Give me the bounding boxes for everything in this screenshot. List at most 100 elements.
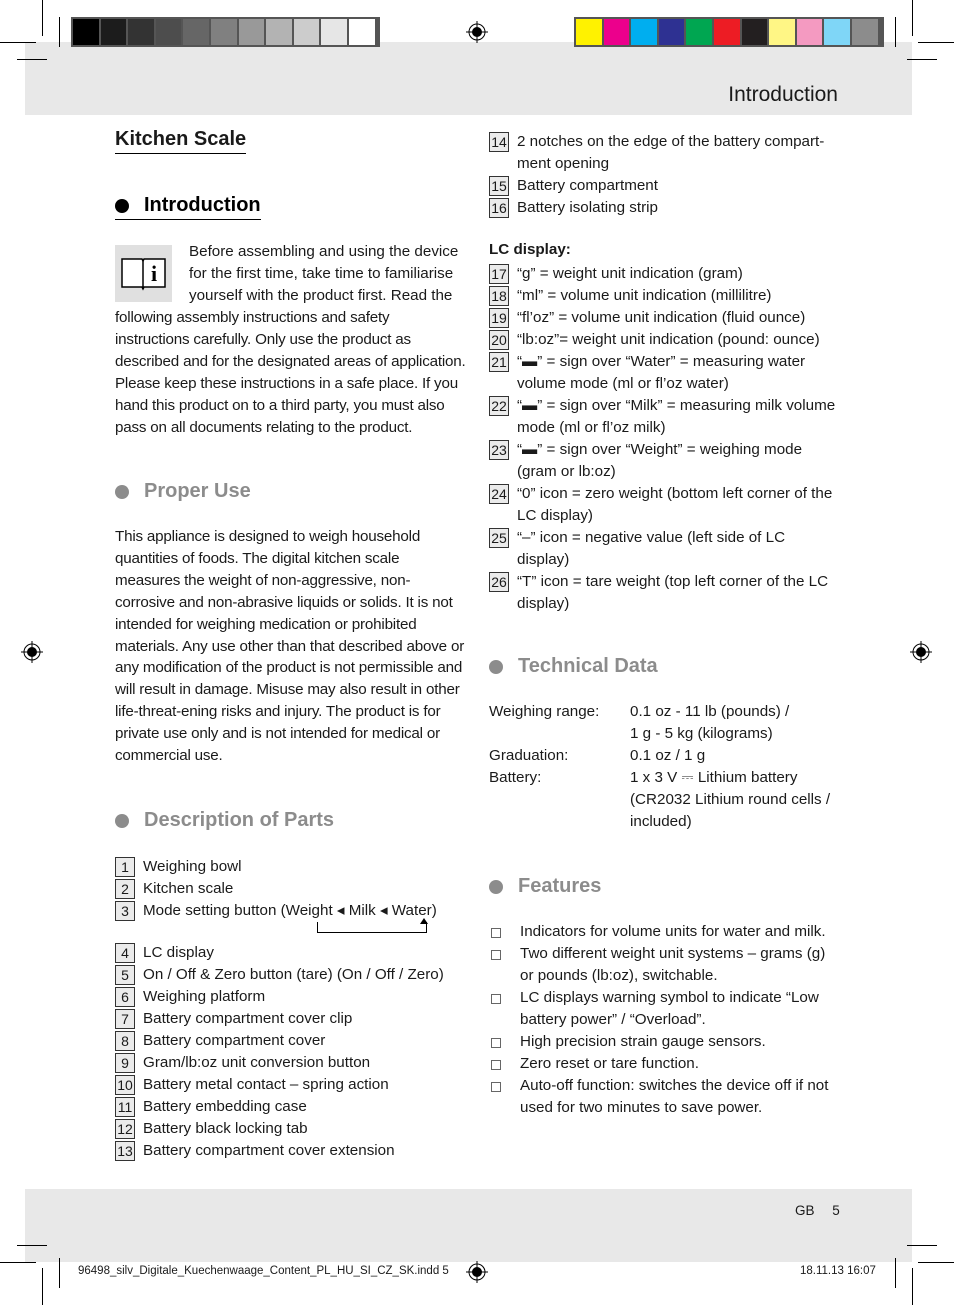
gray-swatch	[73, 19, 99, 45]
tech-value: 1 x 3 V ⎓ Lithium battery	[630, 769, 798, 786]
part-number-badge: 22	[489, 396, 509, 416]
part-number-badge: 2	[115, 879, 135, 899]
part-number-badge: 24	[489, 484, 509, 504]
proper-use-text: This appliance is designed to weigh hous…	[115, 528, 465, 765]
gray-swatch	[348, 19, 375, 45]
color-swatch	[603, 19, 630, 45]
tech-key: Battery:	[489, 769, 542, 786]
arrow-head-icon	[420, 918, 428, 924]
color-swatch	[851, 19, 878, 45]
list-item: 5 On / Off & Zero button (tare) (On / Off…	[115, 964, 475, 986]
color-swatch	[658, 19, 685, 45]
parts-list: 1 Weighing bowl 2 Kitchen scale 3 Mode settin…	[115, 856, 475, 922]
feature-text: Indicators for volume units for water an…	[520, 923, 826, 940]
part-label: Battery isolating strip	[517, 199, 658, 216]
list-item: 22 “▬” = sign over “Milk” = measuring mil…	[489, 395, 841, 439]
gray-swatch	[266, 19, 292, 45]
part-label: Mode setting button (Weight ◂ Milk ◂ Wat…	[143, 902, 437, 919]
list-item: 8 Battery compartment cover	[115, 1030, 475, 1052]
color-swatch	[741, 19, 768, 45]
crop-mark	[912, 1268, 913, 1305]
crop-mark	[59, 17, 60, 47]
section-heading-text: Proper Use	[144, 480, 251, 502]
color-swatch	[713, 19, 740, 45]
list-item: 19 “fl’oz” = volume unit indication (flui…	[489, 307, 841, 329]
part-label: “ml” = volume unit indication (millilitr…	[517, 287, 772, 304]
part-label: “0” icon = zero weight (bottom left corn…	[517, 485, 833, 524]
color-swatch	[796, 19, 823, 45]
tech-value: 0.1 oz / 1 g	[630, 747, 706, 764]
section-heading-text: Technical Data	[518, 655, 658, 677]
part-number-badge: 17	[489, 264, 509, 284]
part-number-badge: 8	[115, 1031, 135, 1051]
tech-row-weighing-range: Weighing range: 0.1 oz - 11 lb (pounds) /	[489, 701, 849, 723]
crop-mark	[907, 1245, 937, 1246]
section-heading-introduction: Introduction	[115, 194, 261, 220]
part-number-badge: 7	[115, 1009, 135, 1029]
part-number-badge: 25	[489, 528, 509, 548]
gray-swatch	[155, 19, 182, 45]
color-swatch	[631, 19, 657, 45]
list-item: 6 Weighing platform	[115, 986, 475, 1008]
crop-mark	[895, 17, 896, 47]
crop-mark	[918, 42, 954, 43]
list-item: 1 Weighing bowl	[115, 856, 475, 878]
list-item: 9 Gram/lb:oz unit conversion button	[115, 1052, 475, 1074]
feature-item: Zero reset or tare function.	[489, 1053, 841, 1075]
tech-value: 0.1 oz - 11 lb (pounds) /	[630, 703, 790, 720]
part-label: Battery compartment cover clip	[143, 1010, 353, 1027]
list-item: 14 2 notches on the edge of the battery c…	[489, 131, 841, 175]
page-number-value: 5	[832, 1203, 840, 1218]
color-swatch	[576, 19, 602, 45]
crop-mark	[895, 1258, 896, 1288]
section-heading-technical-data: Technical Data	[489, 655, 658, 678]
gray-swatch	[293, 19, 320, 45]
gray-swatch	[100, 19, 127, 45]
svg-text:i: i	[151, 261, 157, 286]
color-swatch	[824, 19, 850, 45]
part-label: Battery compartment cover	[143, 1032, 326, 1049]
tech-value: 1 g - 5 kg (kilograms)	[630, 725, 773, 742]
tech-row-cont: included)	[489, 811, 849, 833]
tech-key: Weighing range:	[489, 703, 600, 720]
part-label: Battery embedding case	[143, 1098, 307, 1115]
square-bullet-icon	[491, 950, 501, 960]
page-header-title: Introduction	[728, 83, 838, 106]
section-heading-proper-use: Proper Use	[115, 480, 251, 503]
bullet-icon	[115, 198, 129, 213]
part-label: “fl’oz” = volume unit indication (fluid …	[517, 309, 806, 326]
tech-value: included)	[630, 813, 692, 830]
part-number-badge: 14	[489, 132, 509, 152]
part-label: “g” = weight unit indication (gram)	[517, 265, 743, 282]
part-number-badge: 10	[115, 1075, 135, 1095]
section-heading-description-of-parts: Description of Parts	[115, 809, 334, 832]
part-label: 2 notches on the edge of the battery com…	[517, 133, 825, 172]
lc-display-label: LC display:	[489, 241, 571, 258]
list-item: 25 “–” icon = negative value (left side o…	[489, 527, 841, 571]
page-number: GB 5	[795, 1203, 840, 1218]
square-bullet-icon	[491, 1060, 501, 1070]
square-bullet-icon	[491, 928, 501, 938]
part-number-badge: 1	[115, 857, 135, 877]
list-item: 13 Battery compartment cover extension	[115, 1140, 475, 1162]
square-bullet-icon	[491, 1082, 501, 1092]
list-item: 7 Battery compartment cover clip	[115, 1008, 475, 1030]
grayscale-color-bar	[71, 17, 380, 47]
part-label: Battery metal contact – spring action	[143, 1076, 389, 1093]
tech-key: Graduation:	[489, 747, 569, 764]
feature-text: Two different weight unit systems – gram…	[520, 945, 826, 984]
registration-mark-icon	[21, 641, 43, 663]
crop-mark	[59, 1258, 60, 1288]
part-number-badge: 13	[115, 1141, 135, 1161]
list-item: 23 “▬” = sign over “Weight” = weighing mo…	[489, 439, 841, 483]
crop-mark	[0, 1262, 36, 1263]
part-label: On / Off & Zero button (tare) (On / Off …	[143, 966, 444, 983]
feature-text: Auto-off function: switches the device o…	[520, 1077, 829, 1116]
mode-cycle-arrow	[317, 922, 427, 933]
list-item: 12 Battery black locking tab	[115, 1118, 475, 1140]
list-item: 20 “lb:oz”= weight unit indication (pound…	[489, 329, 841, 351]
registration-mark-icon	[466, 21, 488, 43]
part-label: “▬” = sign over “Water” = measuring wate…	[517, 353, 806, 392]
list-item: 21 “▬” = sign over “Water” = measuring wa…	[489, 351, 841, 395]
intro-text: following assembly instructions and safe…	[115, 309, 466, 436]
